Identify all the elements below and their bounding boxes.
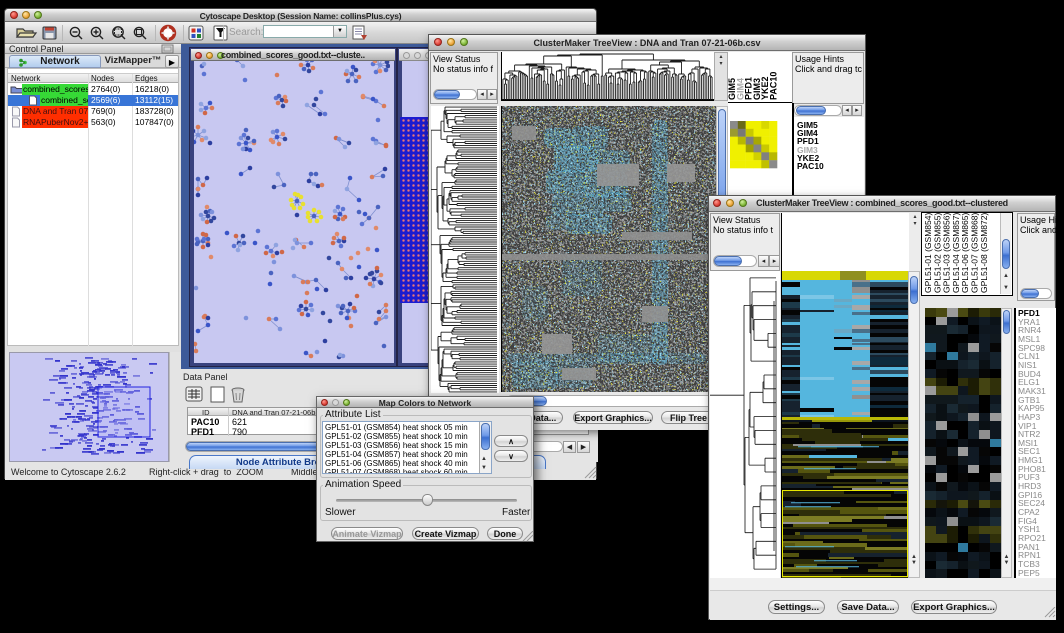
svg-text:PAC10: PAC10 bbox=[769, 72, 779, 100]
svg-text:GPL51-08 (GSM872): GPL51-08 (GSM872) bbox=[979, 213, 989, 293]
